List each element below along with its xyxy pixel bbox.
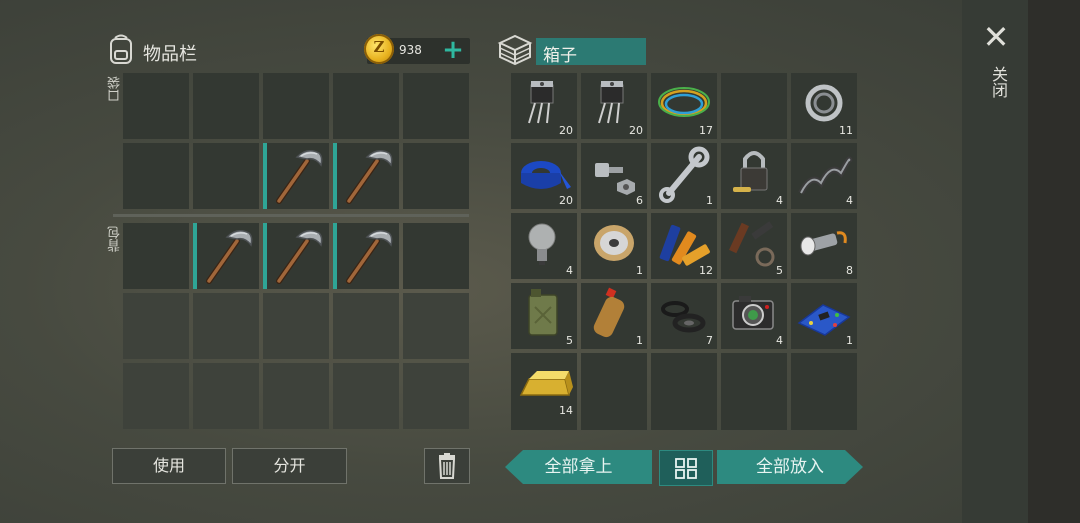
box-title: 箱子 (543, 46, 577, 66)
locked-slot (263, 293, 329, 359)
pickaxe-icon (337, 143, 399, 209)
pocket-slot[interactable] (333, 73, 399, 139)
trash-icon (438, 453, 456, 479)
take-all-button[interactable]: 全部拿上 (505, 450, 652, 484)
item-count: 17 (699, 124, 713, 137)
item-count: 11 (839, 124, 853, 137)
put-all-button[interactable]: 全部放入 (717, 450, 863, 484)
box-slot[interactable] (581, 353, 647, 419)
box-slot[interactable]: 1 (581, 213, 647, 279)
crate-icon (497, 34, 533, 66)
box-slot[interactable]: 6 (581, 143, 647, 209)
box-slot[interactable]: 1 (651, 143, 717, 209)
item-count: 4 (846, 194, 853, 207)
box-slot[interactable]: 14 (511, 353, 577, 419)
item-count: 1 (636, 264, 643, 277)
box-slot[interactable]: 12 (651, 213, 717, 279)
item-count: 4 (776, 334, 783, 347)
add-coins-button[interactable]: + (441, 37, 465, 63)
pocket-slot[interactable] (193, 73, 259, 139)
box-slot[interactable]: 4 (721, 143, 787, 209)
trash-button[interactable] (424, 448, 470, 484)
pocket-slot[interactable] (123, 143, 189, 209)
close-icon[interactable]: ✕ (981, 21, 1011, 53)
locked-slot (193, 293, 259, 359)
pocket-slot[interactable] (263, 73, 329, 139)
box-slot[interactable] (581, 414, 647, 430)
coin-amount: 938 (399, 43, 422, 57)
split-button[interactable]: 分开 (232, 448, 347, 484)
box-slot[interactable] (651, 414, 717, 430)
box-slot[interactable]: 11 (791, 73, 857, 139)
section-divider (113, 214, 469, 217)
box-slot[interactable]: 5 (721, 213, 787, 279)
box-slot[interactable]: 17 (651, 73, 717, 139)
item-count: 12 (699, 264, 713, 277)
box-slot[interactable]: 5 (511, 283, 577, 349)
item-count: 20 (629, 124, 643, 137)
locked-slot (263, 363, 329, 429)
sort-button[interactable] (659, 450, 713, 486)
pocket-slot[interactable] (333, 143, 399, 209)
locked-slot (333, 363, 399, 429)
box-slot[interactable]: 20 (511, 143, 577, 209)
box-slot[interactable]: 1 (581, 283, 647, 349)
screen-edge (1028, 0, 1080, 523)
box-slot[interactable]: 20 (581, 73, 647, 139)
item-count: 5 (776, 264, 783, 277)
item-count: 8 (846, 264, 853, 277)
item-count: 1 (706, 194, 713, 207)
box-slot[interactable] (721, 414, 787, 430)
pickaxe-icon (337, 223, 399, 289)
box-slot[interactable]: 20 (511, 73, 577, 139)
pickaxe-icon (267, 223, 329, 289)
inventory-title: 物品栏 (143, 44, 197, 65)
box-slot[interactable] (791, 414, 857, 430)
locked-slot (333, 293, 399, 359)
box-slot[interactable]: 4 (721, 283, 787, 349)
locked-slot (403, 363, 469, 429)
backpack-slot[interactable] (263, 223, 329, 289)
item-count: 20 (559, 194, 573, 207)
pocket-slot[interactable] (403, 73, 469, 139)
box-slot[interactable]: 7 (651, 283, 717, 349)
box-slot[interactable] (651, 353, 717, 419)
box-slot[interactable] (791, 353, 857, 419)
item-count: 1 (636, 334, 643, 347)
item-count: 5 (566, 334, 573, 347)
box-slot[interactable]: 4 (511, 213, 577, 279)
pocket-slot[interactable] (193, 143, 259, 209)
item-count: 1 (846, 334, 853, 347)
pocket-slot[interactable] (123, 73, 189, 139)
box-slot[interactable] (721, 73, 787, 139)
pocket-slot[interactable] (263, 143, 329, 209)
box-slot[interactable]: 1 (791, 283, 857, 349)
locked-slot (403, 293, 469, 359)
box-slot[interactable] (511, 414, 577, 430)
box-slot[interactable]: 4 (791, 143, 857, 209)
item-count: 20 (559, 124, 573, 137)
locked-slot (193, 363, 259, 429)
backpack-icon (110, 34, 132, 64)
box-slot[interactable] (721, 353, 787, 419)
item-count: 7 (706, 334, 713, 347)
pickaxe-icon (267, 143, 329, 209)
box-grid-next-row (511, 414, 858, 430)
coin-icon: Z (364, 34, 394, 64)
use-button[interactable]: 使用 (112, 448, 226, 484)
item-count: 4 (776, 194, 783, 207)
locked-slot (123, 293, 189, 359)
backpack-slot[interactable] (193, 223, 259, 289)
pickaxe-icon (197, 223, 259, 289)
locked-slot (123, 363, 189, 429)
backpack-slot[interactable] (123, 223, 189, 289)
grid-sort-icon (675, 458, 697, 479)
box-slot[interactable]: 8 (791, 213, 857, 279)
backpack-slot[interactable] (403, 223, 469, 289)
backpack-slot[interactable] (333, 223, 399, 289)
close-label[interactable]: 关闭 (986, 66, 1010, 98)
pocket-slot[interactable] (403, 143, 469, 209)
item-count: 4 (566, 264, 573, 277)
item-count: 6 (636, 194, 643, 207)
